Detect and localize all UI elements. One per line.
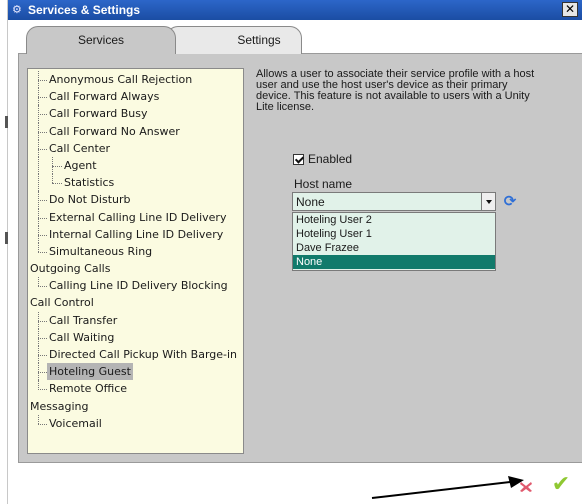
- tree-item-label: Call Forward Busy: [49, 107, 148, 121]
- tree-item-label: Simultaneous Ring: [49, 244, 153, 258]
- host-name-label: Host name: [294, 177, 353, 191]
- tab-services[interactable]: Services: [26, 26, 176, 54]
- tree-item-label: Call Waiting: [49, 330, 115, 344]
- tree-item[interactable]: Do Not Disturb: [28, 191, 243, 209]
- tree-item[interactable]: Voicemail: [28, 414, 243, 432]
- tree-group-label: Messaging: [30, 399, 89, 413]
- tree-item[interactable]: Call Forward Always: [28, 88, 243, 106]
- tree-item-label: External Calling Line ID Delivery: [49, 210, 227, 224]
- tree-item[interactable]: Call Forward Busy: [28, 105, 243, 123]
- title-bar[interactable]: ⚙ Services & Settings ✕: [8, 0, 582, 20]
- host-option-selected[interactable]: None: [293, 255, 495, 269]
- tree-item[interactable]: Call Transfer: [28, 311, 243, 330]
- tree-item-label: Hoteling Guest: [47, 363, 133, 381]
- tree-item[interactable]: Remote Office: [28, 380, 243, 397]
- background-window-edge: [0, 0, 8, 504]
- host-name-value: None: [296, 195, 325, 209]
- tree-item-label: Voicemail: [49, 416, 102, 430]
- tree-item[interactable]: Call Center: [28, 139, 243, 158]
- tree-item-label: Anonymous Call Rejection: [49, 73, 193, 86]
- tree-subitem[interactable]: Agent: [28, 156, 243, 175]
- tab-settings-label: Settings: [237, 33, 281, 47]
- tree-item-label: Call Center: [49, 141, 111, 155]
- tree-item-label: Internal Calling Line ID Delivery: [49, 227, 224, 241]
- tree-subitem[interactable]: Statistics: [28, 174, 243, 192]
- tree-item-label: Directed Call Pickup With Barge-in: [49, 348, 238, 361]
- service-description: Allows a user to associate their service…: [256, 69, 576, 113]
- host-name-select[interactable]: None: [292, 192, 496, 211]
- host-option[interactable]: Hoteling User 2: [293, 213, 495, 227]
- checkbox-checked-icon[interactable]: [293, 153, 304, 165]
- tree-item-label: Call Forward No Answer: [49, 124, 180, 138]
- dropdown-arrow-icon[interactable]: [481, 193, 495, 210]
- services-settings-window: ⚙ Services & Settings ✕ Services Setting…: [8, 0, 582, 504]
- tree-item-label: Remote Office: [49, 382, 128, 396]
- checkmark-icon[interactable]: ✔: [550, 474, 572, 496]
- host-name-options[interactable]: Hoteling User 2 Hoteling User 1 Dave Fra…: [292, 212, 496, 271]
- host-option[interactable]: Dave Frazee: [293, 241, 495, 255]
- tab-settings[interactable]: Settings: [166, 26, 302, 54]
- enabled-label: Enabled: [308, 152, 353, 166]
- tree-item-label: Call Forward Always: [49, 90, 160, 104]
- tree-item[interactable]: Call Waiting: [28, 328, 243, 347]
- enabled-checkbox[interactable]: Enabled: [293, 152, 352, 166]
- tree-item[interactable]: Simultaneous Ring: [28, 242, 243, 260]
- tree-item[interactable]: External Calling Line ID Delivery: [28, 208, 243, 226]
- annotation-arrow-icon: [371, 476, 524, 499]
- tree-item-hoteling-guest[interactable]: Hoteling Guest: [28, 363, 243, 381]
- close-button[interactable]: ✕: [562, 2, 578, 17]
- window-title: Services & Settings: [28, 3, 141, 17]
- tree-group-outgoing-calls[interactable]: Outgoing Calls: [28, 260, 243, 277]
- tab-services-label: Services: [77, 33, 124, 47]
- refresh-icon[interactable]: ⟳: [502, 192, 518, 210]
- host-option[interactable]: Hoteling User 1: [293, 227, 495, 241]
- tree-item[interactable]: Internal Calling Line ID Delivery: [28, 225, 243, 244]
- tree-item-label: Calling Line ID Delivery Blocking: [49, 279, 228, 293]
- tree-group-messaging[interactable]: Messaging: [28, 398, 243, 415]
- tree-item[interactable]: Anonymous Call Rejection: [28, 71, 243, 89]
- description-line: Lite license.: [256, 101, 315, 113]
- service-tree[interactable]: Anonymous Call Rejection Call Forward Al…: [27, 68, 244, 454]
- settings-gears-icon: ⚙: [12, 3, 22, 16]
- tree-item[interactable]: Directed Call Pickup With Barge-in: [28, 346, 243, 364]
- tree-group-call-control[interactable]: Call Control: [28, 294, 243, 311]
- tree-item-label: Statistics: [64, 176, 115, 190]
- cancel-icon[interactable]: [518, 478, 534, 494]
- tree-item[interactable]: Call Forward No Answer: [28, 122, 243, 140]
- tree-group-label: Outgoing Calls: [30, 262, 111, 276]
- tree-group-label: Call Control: [30, 296, 94, 310]
- tree-item-label: Do Not Disturb: [49, 193, 131, 207]
- tree-item-label: Call Transfer: [49, 313, 118, 327]
- tree-item[interactable]: Calling Line ID Delivery Blocking: [28, 277, 243, 294]
- tree-item-label: Agent: [64, 158, 97, 172]
